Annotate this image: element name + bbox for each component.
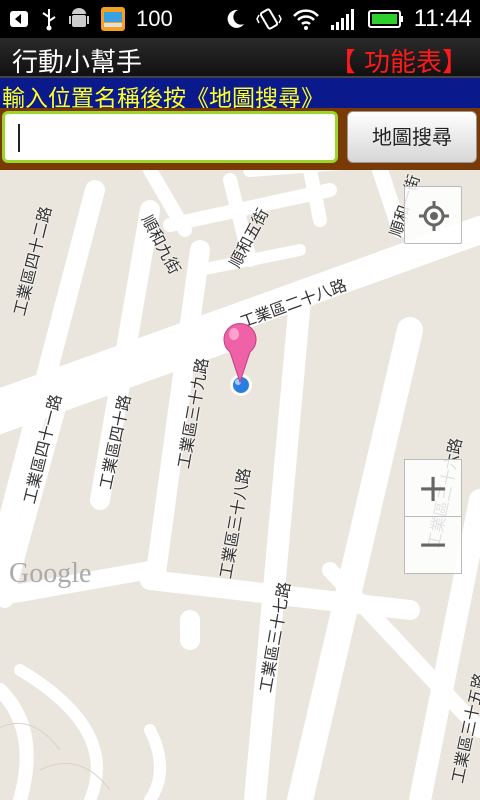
text-cursor xyxy=(18,124,20,152)
signal-icon xyxy=(330,9,354,30)
wifi-icon xyxy=(292,9,319,30)
bus-app-icon xyxy=(101,7,125,31)
moon-icon xyxy=(227,9,244,28)
vibrate-icon xyxy=(255,8,282,30)
status-bar: 100 11:44 xyxy=(0,0,480,38)
search-row: 地圖搜尋 xyxy=(0,108,480,170)
back-icon xyxy=(10,11,28,27)
map-view[interactable]: 順和九街 順和五街 順和一街 工業區二十八路 工業區四十二路 工業區三十九路 工… xyxy=(0,170,480,800)
app-title: 行動小幫手 xyxy=(12,48,143,78)
app-title-bar: 行動小幫手 【 功能表】 xyxy=(0,38,480,78)
menu-button[interactable]: 【 功能表】 xyxy=(330,42,468,79)
status-app-count: 100 xyxy=(136,6,173,31)
my-location-button[interactable] xyxy=(404,186,462,244)
android-debug-icon xyxy=(69,8,89,27)
status-clock: 11:44 xyxy=(413,5,472,32)
google-logo: Google xyxy=(9,558,92,589)
plus-icon: + xyxy=(417,466,449,510)
status-right-icons: 11:44 xyxy=(226,5,472,32)
map-search-button[interactable]: 地圖搜尋 xyxy=(347,111,477,163)
crosshair-icon xyxy=(419,201,449,231)
location-search-input[interactable] xyxy=(2,111,338,163)
instruction-bar: 輸入位置名稱後按《地圖搜尋》 xyxy=(0,78,480,112)
map-pin-icon[interactable] xyxy=(220,322,260,384)
zoom-in-button[interactable]: + xyxy=(404,459,462,517)
status-left-icons: 100 xyxy=(8,6,173,32)
minus-icon: − xyxy=(417,522,449,566)
usb-icon xyxy=(42,9,56,31)
zoom-out-button[interactable]: − xyxy=(404,516,462,574)
battery-icon xyxy=(367,10,403,28)
